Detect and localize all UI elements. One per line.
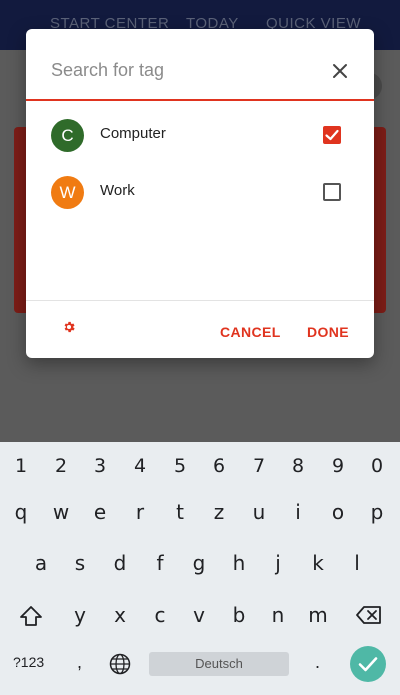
tag-avatar: C [51,119,84,152]
key-l[interactable]: l [341,543,373,583]
tag-row-computer[interactable]: C Computer [26,107,374,163]
key-d[interactable]: d [104,543,136,583]
letter-row-3: y x c v b n m [0,595,400,635]
on-screen-keyboard: 1 2 3 4 5 6 7 8 9 0 q w e r t z u i o p … [0,442,400,695]
number-row: 1 2 3 4 5 6 7 8 9 0 [0,446,400,486]
key-w[interactable]: w [45,492,77,532]
key-p[interactable]: p [361,492,393,532]
shift-icon[interactable] [18,604,44,628]
key-o[interactable]: o [322,492,354,532]
key-f[interactable]: f [144,543,176,583]
tag-label: Work [100,182,135,199]
key-3[interactable]: 3 [84,446,116,486]
key-k[interactable]: k [302,543,334,583]
letter-row-2: a s d f g h j k l [0,543,400,583]
checkmark-icon [358,657,378,672]
comma-key[interactable]: , [77,652,82,673]
key-v[interactable]: v [183,595,215,635]
tag-checkbox-checked[interactable] [323,126,341,144]
key-h[interactable]: h [223,543,255,583]
space-bar[interactable]: Deutsch [149,652,289,676]
key-2[interactable]: 2 [45,446,77,486]
key-0[interactable]: 0 [361,446,393,486]
key-e[interactable]: e [84,492,116,532]
key-9[interactable]: 9 [322,446,354,486]
globe-icon[interactable] [109,653,131,675]
key-j[interactable]: j [262,543,294,583]
tag-checkbox-unchecked[interactable] [323,183,341,201]
letter-row-1: q w e r t z u i o p [0,492,400,532]
tag-avatar: W [51,176,84,209]
period-key[interactable]: . [315,652,320,673]
key-a[interactable]: a [25,543,57,583]
enter-button[interactable] [350,646,386,682]
key-u[interactable]: u [243,492,275,532]
key-q[interactable]: q [5,492,37,532]
checkmark-icon [325,129,339,141]
cancel-button[interactable]: CANCEL [220,324,281,340]
key-7[interactable]: 7 [243,446,275,486]
key-c[interactable]: c [144,595,176,635]
key-1[interactable]: 1 [5,446,37,486]
key-m[interactable]: m [302,595,334,635]
gear-icon[interactable] [62,320,76,334]
key-y[interactable]: y [64,595,96,635]
key-r[interactable]: r [124,492,156,532]
search-input[interactable] [51,57,311,83]
key-g[interactable]: g [183,543,215,583]
tag-dialog: C Computer W Work CANCEL DONE [26,29,374,358]
tag-row-work[interactable]: W Work [26,164,374,220]
search-bar [26,29,374,101]
key-x[interactable]: x [104,595,136,635]
key-z[interactable]: z [203,492,235,532]
key-4[interactable]: 4 [124,446,156,486]
key-i[interactable]: i [282,492,314,532]
key-n[interactable]: n [262,595,294,635]
tag-label: Computer [100,125,166,142]
key-b[interactable]: b [223,595,255,635]
divider [26,300,374,301]
done-button[interactable]: DONE [307,324,349,340]
key-5[interactable]: 5 [164,446,196,486]
key-s[interactable]: s [64,543,96,583]
backspace-icon[interactable] [355,605,383,625]
key-6[interactable]: 6 [203,446,235,486]
symbols-key[interactable]: ?123 [13,654,44,670]
key-t[interactable]: t [164,492,196,532]
key-8[interactable]: 8 [282,446,314,486]
close-icon[interactable] [328,59,352,83]
